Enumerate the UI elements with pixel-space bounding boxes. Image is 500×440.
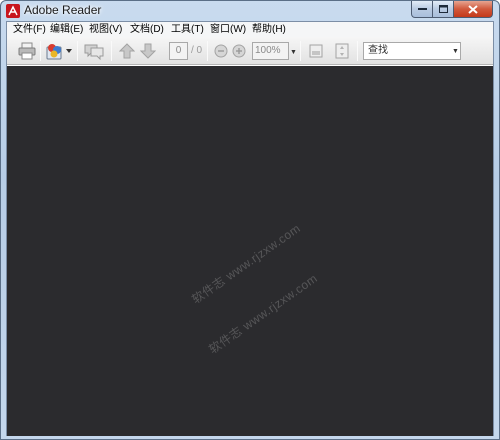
- client-area: 文件(F) 编辑(E) 视图(V) 文档(D) 工具(T) 窗口(W) 帮助(H…: [6, 21, 494, 436]
- page-total: / 0: [191, 45, 203, 56]
- zoom-out-icon[interactable]: [214, 44, 228, 58]
- maximize-button[interactable]: [433, 1, 454, 18]
- app-window: Adobe Reader 文件(F) 编辑(E) 视图(V) 文档(D) 工具(…: [0, 0, 500, 440]
- arrow-up-icon[interactable]: [119, 43, 135, 59]
- menu-help[interactable]: 帮助(H): [252, 23, 286, 36]
- menu-file[interactable]: 文件(F): [13, 23, 46, 36]
- toolbar-separator: [111, 41, 112, 61]
- collaborate-icon[interactable]: [45, 41, 65, 61]
- menu-window[interactable]: 窗口(W): [210, 23, 246, 36]
- caption-buttons: [411, 1, 493, 18]
- maximize-icon: [438, 5, 448, 13]
- toolbar-separator: [300, 41, 301, 61]
- print-icon[interactable]: [18, 42, 36, 60]
- menu-bar: 文件(F) 编辑(E) 视图(V) 文档(D) 工具(T) 窗口(W) 帮助(H…: [7, 22, 493, 37]
- zoom-in-icon[interactable]: [232, 44, 246, 58]
- toolbar-separator: [207, 41, 208, 61]
- title-bar[interactable]: Adobe Reader: [1, 1, 499, 21]
- menu-document[interactable]: 文档(D): [130, 23, 164, 36]
- menu-edit[interactable]: 编辑(E): [50, 23, 83, 36]
- page-number-input[interactable]: 0: [169, 42, 188, 60]
- fit-width-icon[interactable]: [308, 43, 324, 59]
- toolbar-separator: [77, 41, 78, 61]
- zoom-dropdown-icon[interactable]: ▼: [290, 49, 297, 56]
- minimize-button[interactable]: [411, 1, 433, 18]
- menu-tools[interactable]: 工具(T): [171, 23, 204, 36]
- minimize-icon: [417, 8, 427, 10]
- toolbar-separator: [357, 41, 358, 61]
- search-dropdown-icon[interactable]: ▼: [452, 48, 459, 55]
- close-icon: [468, 4, 478, 14]
- arrow-down-icon[interactable]: [140, 43, 156, 59]
- chevron-down-icon[interactable]: [66, 49, 72, 53]
- toolbar: 0 / 0 100% ▼ 查找 ▼: [7, 37, 493, 65]
- menu-view[interactable]: 视图(V): [89, 23, 122, 36]
- toolbar-separator: [40, 41, 41, 61]
- window-title: Adobe Reader: [24, 3, 102, 17]
- adobe-reader-icon: [6, 4, 20, 18]
- fit-page-icon[interactable]: [334, 43, 350, 59]
- close-button[interactable]: [454, 1, 493, 18]
- document-area[interactable]: 软件志 www.rjzxw.com 软件志 www.rjzxw.com: [7, 66, 493, 436]
- search-input[interactable]: 查找: [363, 42, 461, 60]
- zoom-level-input[interactable]: 100%: [252, 42, 289, 60]
- comment-icon[interactable]: [83, 42, 105, 60]
